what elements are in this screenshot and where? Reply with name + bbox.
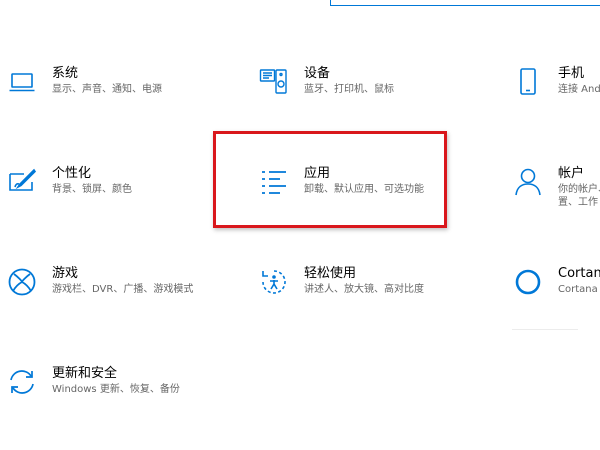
cortana-icon (512, 266, 544, 298)
tile-phone[interactable]: 手机 连接 Andr (512, 66, 600, 106)
tile-title: 个性化 (52, 166, 92, 181)
tile-title: 帐户 (558, 166, 585, 181)
tile-description: 你的帐户、 (558, 184, 600, 195)
tile-accounts[interactable]: 帐户 你的帐户、 置、工作 (512, 166, 600, 216)
tile-description: 背景、锁屏、颜色 (52, 184, 132, 195)
highlight-annotation (213, 131, 447, 228)
tile-personalization[interactable]: 个性化 背景、锁屏、颜色 (6, 166, 206, 206)
tile-description: 游戏栏、DVR、广播、游戏模式 (52, 284, 194, 295)
tile-title: 轻松使用 (304, 266, 357, 281)
phone-icon (512, 66, 544, 98)
tile-system[interactable]: 系统 显示、声音、通知、电源 (6, 66, 206, 106)
ease-of-access-icon (258, 266, 290, 298)
tile-update-security[interactable]: 更新和安全 Windows 更新、恢复、备份 (6, 366, 226, 406)
tile-gaming[interactable]: 游戏 游戏栏、DVR、广播、游戏模式 (6, 266, 236, 306)
person-icon (512, 166, 544, 198)
tile-cortana[interactable]: Cortana Cortana 语 (512, 266, 600, 306)
devices-icon (258, 66, 290, 98)
tile-description: 连接 Andr (558, 84, 600, 95)
tile-description: 蓝牙、打印机、鼠标 (304, 84, 394, 95)
tile-title: 系统 (52, 66, 79, 81)
tile-description: 讲述人、放大镜、高对比度 (304, 284, 424, 295)
update-icon (6, 366, 38, 398)
tile-devices[interactable]: 设备 蓝牙、打印机、鼠标 (258, 66, 458, 106)
tile-description: Windows 更新、恢复、备份 (52, 384, 180, 395)
xbox-icon (6, 266, 38, 298)
tile-description-line2: 置、工作 (558, 197, 598, 208)
search-box[interactable] (330, 0, 600, 6)
tile-description: 显示、声音、通知、电源 (52, 84, 162, 95)
tile-title: 手机 (558, 66, 585, 81)
tile-title: Cortana (558, 266, 600, 281)
laptop-icon (6, 66, 38, 98)
personalization-icon (6, 166, 38, 198)
tile-description: Cortana 语 (558, 284, 600, 295)
tile-title: 设备 (304, 66, 331, 81)
tile-title: 更新和安全 (52, 366, 118, 381)
divider (512, 329, 578, 330)
tile-title: 游戏 (52, 266, 79, 281)
tile-ease-of-access[interactable]: 轻松使用 讲述人、放大镜、高对比度 (258, 266, 458, 306)
